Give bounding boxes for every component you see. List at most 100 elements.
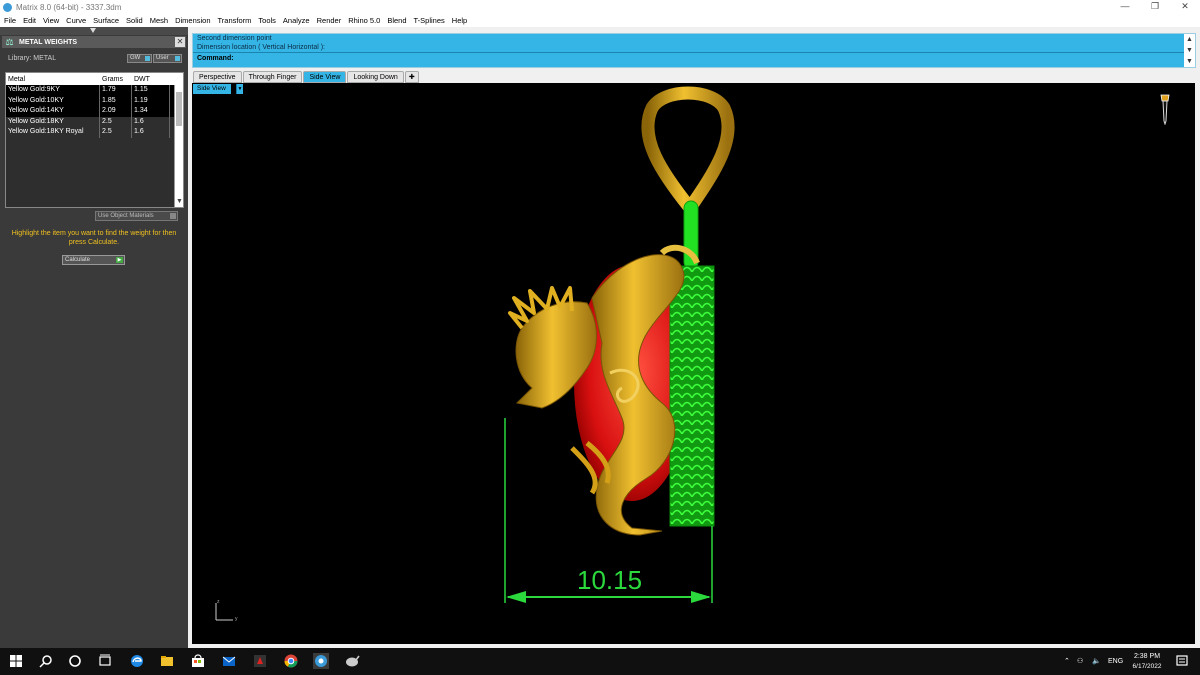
tab-perspective[interactable]: Perspective bbox=[193, 71, 242, 83]
use-object-materials-label: Use Object Materials bbox=[98, 213, 154, 219]
menu-analyze[interactable]: Analyze bbox=[283, 16, 310, 25]
viewport-menu-dropdown-icon[interactable]: ▼ bbox=[236, 84, 243, 94]
scale-icon: ⚖ bbox=[5, 36, 14, 47]
clock-time[interactable]: 2:38 PM bbox=[1130, 653, 1164, 660]
metal-cell: Yellow Gold:18KY bbox=[6, 116, 100, 127]
user-library-button[interactable]: User bbox=[153, 54, 182, 63]
menu-render[interactable]: Render bbox=[317, 16, 342, 25]
table-row[interactable]: Yellow Gold:14KY 2.09 1.34 bbox=[6, 106, 183, 117]
menu-tools[interactable]: Tools bbox=[258, 16, 276, 25]
rhino-icon[interactable] bbox=[344, 653, 360, 669]
gw-label: GW bbox=[130, 55, 141, 61]
panel-close-button[interactable]: ✕ bbox=[175, 37, 185, 47]
volume-icon[interactable]: 🔈 bbox=[1092, 657, 1101, 665]
search-icon[interactable] bbox=[38, 653, 54, 669]
command-prompt-label: Command: bbox=[197, 55, 234, 62]
menu-dimension[interactable]: Dimension bbox=[175, 16, 210, 25]
file-explorer-icon[interactable] bbox=[159, 653, 175, 669]
matrix-icon[interactable] bbox=[313, 653, 329, 669]
edge-icon[interactable] bbox=[129, 653, 145, 669]
scroll-up-icon[interactable]: ▲ bbox=[1184, 34, 1195, 45]
cortana-icon[interactable] bbox=[67, 653, 83, 669]
panel-header: ⚖ METAL WEIGHTS ✕ bbox=[2, 36, 186, 48]
app-window: Matrix 8.0 (64-bit) - 3337.3dm — ❐ ✕ Fil… bbox=[0, 0, 1200, 675]
mail-icon[interactable] bbox=[221, 653, 237, 669]
play-icon: ▶ bbox=[116, 257, 123, 263]
dimension-value: 10.15 bbox=[577, 565, 643, 595]
dwt-cell: 1.34 bbox=[132, 106, 170, 117]
menu-file[interactable]: File bbox=[4, 16, 16, 25]
menu-tsplines[interactable]: T-Splines bbox=[414, 16, 445, 25]
calculate-button[interactable]: Calculate ▶ bbox=[62, 255, 125, 265]
menu-mesh[interactable]: Mesh bbox=[150, 16, 168, 25]
taskbar: ⌃ ⚇ 🔈 ENG 2:38 PM 6/17/2022 bbox=[0, 648, 1200, 675]
dwt-cell: 1.6 bbox=[132, 116, 170, 127]
collapse-arrow-icon[interactable] bbox=[90, 28, 96, 33]
tab-through-finger[interactable]: Through Finger bbox=[242, 71, 303, 83]
minimize-button[interactable]: — bbox=[1110, 0, 1140, 14]
store-icon[interactable] bbox=[190, 653, 206, 669]
checkbox-icon[interactable] bbox=[170, 213, 176, 219]
panel-toolbar bbox=[0, 27, 188, 35]
grams-cell: 2.5 bbox=[100, 116, 132, 127]
grams-cell: 1.85 bbox=[100, 95, 132, 106]
column-header-metal[interactable]: Metal bbox=[6, 76, 100, 83]
user-label: User bbox=[156, 55, 169, 61]
scroll-down-icon[interactable]: ▼ bbox=[176, 198, 183, 205]
metal-cell: Yellow Gold:9KY bbox=[6, 85, 100, 96]
metal-cell: Yellow Gold:10KY bbox=[6, 95, 100, 106]
table-scrollbar[interactable]: ▼ bbox=[174, 85, 183, 207]
metal-cell: Yellow Gold:18KY Royal bbox=[6, 127, 100, 138]
table-row[interactable]: Yellow Gold:10KY 1.85 1.19 bbox=[6, 95, 183, 106]
viewport-tabs: Perspective Through Finger Side View Loo… bbox=[193, 71, 420, 83]
menu-help[interactable]: Help bbox=[452, 16, 467, 25]
clock-date[interactable]: 6/17/2022 bbox=[1126, 663, 1168, 670]
tray-chevron-icon[interactable]: ⌃ bbox=[1064, 657, 1070, 665]
menu-curve[interactable]: Curve bbox=[66, 16, 86, 25]
viewport-side-view[interactable]: Side View ▼ 10.15 z y bbox=[192, 83, 1195, 644]
viewport-label[interactable]: Side View bbox=[193, 84, 231, 94]
command-scrollbar[interactable]: ▲ ▼ ▼ bbox=[1184, 34, 1195, 67]
restore-button[interactable]: ❐ bbox=[1140, 0, 1170, 14]
close-button[interactable]: ✕ bbox=[1170, 0, 1200, 14]
language-indicator[interactable]: ENG bbox=[1108, 658, 1123, 665]
windows-start-icon[interactable] bbox=[8, 653, 24, 669]
command-prompt-input[interactable]: Command: bbox=[193, 52, 1195, 63]
menu-transform[interactable]: Transform bbox=[218, 16, 252, 25]
menu-view[interactable]: View bbox=[43, 16, 59, 25]
grams-cell: 2.09 bbox=[100, 106, 132, 117]
scrollbar-thumb[interactable] bbox=[176, 92, 182, 126]
window-controls: — ❐ ✕ bbox=[1110, 0, 1200, 14]
notification-icon[interactable] bbox=[1174, 653, 1190, 669]
scroll-middle-icon[interactable]: ▼ bbox=[1184, 45, 1195, 56]
table-row[interactable]: Yellow Gold:18KY Royal 2.5 1.6 bbox=[6, 127, 183, 138]
task-view-icon[interactable] bbox=[97, 653, 113, 669]
camera-lens-icon[interactable] bbox=[1159, 93, 1171, 125]
column-header-dwt[interactable]: DWT bbox=[132, 76, 170, 83]
bail-loop bbox=[641, 86, 735, 219]
column-header-grams[interactable]: Grams bbox=[100, 76, 132, 83]
scroll-down-icon[interactable]: ▼ bbox=[1184, 56, 1195, 67]
model-render bbox=[215, 86, 735, 621]
table-header: Metal Grams DWT bbox=[6, 73, 183, 85]
grams-cell: 2.5 bbox=[100, 127, 132, 138]
chrome-icon[interactable] bbox=[283, 653, 299, 669]
use-object-materials-button[interactable]: Use Object Materials bbox=[95, 211, 178, 221]
metal-weights-table: Metal Grams DWT Yellow Gold:9KY 1.79 1.1… bbox=[5, 72, 184, 208]
table-row[interactable]: Yellow Gold:9KY 1.79 1.15 bbox=[6, 85, 183, 96]
gw-library-button[interactable]: GW bbox=[127, 54, 152, 63]
menu-surface[interactable]: Surface bbox=[93, 16, 119, 25]
add-tab-icon[interactable]: ✚ bbox=[404, 71, 419, 83]
gw-indicator-icon bbox=[145, 56, 150, 61]
menu-solid[interactable]: Solid bbox=[126, 16, 143, 25]
command-area: Second dimension point Dimension locatio… bbox=[192, 33, 1196, 68]
people-icon[interactable]: ⚇ bbox=[1077, 657, 1083, 665]
mesh-bezel bbox=[669, 265, 715, 527]
tab-looking-down[interactable]: Looking Down bbox=[347, 71, 404, 83]
menu-blend[interactable]: Blend bbox=[387, 16, 406, 25]
tab-side-view[interactable]: Side View bbox=[303, 71, 347, 83]
table-row[interactable]: Yellow Gold:18KY 2.5 1.6 bbox=[6, 116, 183, 127]
app-red-icon[interactable] bbox=[252, 653, 268, 669]
menu-edit[interactable]: Edit bbox=[23, 16, 36, 25]
menu-rhino[interactable]: Rhino 5.0 bbox=[348, 16, 380, 25]
